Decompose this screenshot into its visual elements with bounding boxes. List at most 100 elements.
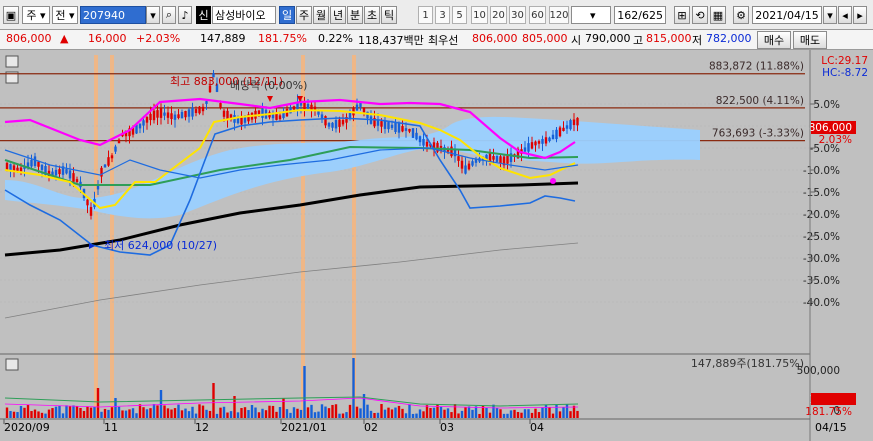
y-tick-label: -35.0%: [803, 275, 840, 287]
market-select[interactable]: 주 ▾: [22, 6, 50, 24]
high-label: 고: [633, 34, 644, 47]
interval-button[interactable]: 3: [435, 6, 450, 24]
reset-icon[interactable]: ⟲: [692, 6, 708, 24]
period-tab[interactable]: 틱: [381, 6, 397, 24]
period-tab[interactable]: 년: [330, 6, 346, 24]
interval-button[interactable]: 20: [490, 6, 507, 24]
volume-bar: [418, 409, 422, 418]
volume-bar: [562, 407, 565, 418]
volume-bar: [432, 407, 436, 418]
interval-button[interactable]: 60: [529, 6, 546, 24]
price-chart[interactable]: 883,872 (11.88%) 822,500 (4.11%) 763,693 (…: [0, 50, 873, 441]
volume-bar: [306, 407, 310, 418]
type-select[interactable]: 전 ▾: [52, 6, 78, 24]
volume-bar: [44, 413, 47, 418]
volume-bar: [289, 412, 292, 418]
period-tab[interactable]: 일: [279, 6, 295, 24]
chart-settings-icon[interactable]: [5, 55, 19, 68]
volume-bar: [254, 407, 257, 418]
volume-bar: [506, 413, 509, 418]
candle-body: [541, 138, 544, 144]
interval-button[interactable]: 120: [549, 6, 569, 24]
volume-bar: [250, 405, 254, 418]
candle-body: [534, 141, 537, 146]
next-arrow-icon[interactable]: ▸: [853, 6, 867, 24]
volume-bar: [208, 410, 212, 418]
current-price-label: 806,000: [809, 122, 852, 134]
signal-dot: [550, 178, 556, 184]
volume-bar: [303, 366, 306, 418]
volume-bar: [33, 409, 37, 418]
volume-bar: [488, 412, 492, 418]
chart-type-icon[interactable]: ⊞: [674, 6, 690, 24]
candle-body: [163, 112, 166, 116]
volume-bar: [422, 411, 425, 418]
volume-bar: [114, 398, 117, 418]
volume-bar: [30, 411, 33, 418]
volume-bar: [331, 404, 334, 418]
volume-bar: [124, 410, 128, 418]
sell-button[interactable]: 매도: [793, 31, 827, 49]
buy-button[interactable]: 매수: [757, 31, 791, 49]
search-icon[interactable]: ⌕: [162, 6, 176, 24]
volume-bar: [485, 407, 488, 418]
volume-bar: [439, 406, 443, 418]
window-menu-icon[interactable]: ▣: [3, 6, 19, 24]
volume-bar: [236, 412, 240, 418]
interval-button[interactable]: 5: [452, 6, 467, 24]
candle-body: [65, 169, 68, 174]
volume-bar: [541, 407, 544, 418]
bid-value: 805,000: [522, 32, 568, 45]
volume-bar: [523, 409, 527, 418]
sound-icon[interactable]: ♪: [178, 6, 192, 24]
volume-bar: [292, 407, 296, 418]
period-tab[interactable]: 분: [347, 6, 363, 24]
calendar-icon[interactable]: ▾: [823, 6, 837, 24]
gear-icon[interactable]: ⚙: [733, 6, 749, 24]
volume-bar: [170, 409, 173, 418]
volume-bar: [527, 409, 530, 418]
candle-body: [191, 107, 194, 117]
candle-body: [394, 122, 397, 132]
prev-arrow-icon[interactable]: ◂: [838, 6, 852, 24]
new-badge: 신: [196, 6, 211, 24]
period-tab[interactable]: 초: [364, 6, 380, 24]
period-tab[interactable]: 월: [313, 6, 329, 24]
interval-button[interactable]: 10: [471, 6, 488, 24]
candle-body: [222, 110, 226, 117]
code-input[interactable]: 207940: [80, 6, 146, 24]
interval-button[interactable]: 30: [509, 6, 526, 24]
volume-bar: [359, 408, 362, 418]
volume-bar: [509, 410, 513, 418]
candle-body: [170, 113, 173, 120]
date-input[interactable]: 2021/04/15: [752, 6, 822, 24]
current-pct-label: 2.03%: [819, 134, 852, 146]
low-annotation: 최저 624,000 (10/27): [104, 239, 217, 252]
volume-bar: [187, 411, 191, 418]
pattern-icon[interactable]: ▦: [710, 6, 726, 24]
candle-body: [173, 114, 177, 120]
interval-input[interactable]: ▾: [571, 6, 611, 24]
volume-settings-icon[interactable]: [5, 358, 19, 371]
count-display[interactable]: 162/625: [614, 6, 666, 24]
price-line-label: 763,693 (-3.33%): [712, 128, 804, 140]
volume-bar: [138, 404, 142, 418]
candle-body: [495, 155, 499, 162]
period-tab[interactable]: 주: [296, 6, 312, 24]
open-value: 790,000: [585, 32, 631, 45]
code-dropdown-button[interactable]: ▾: [146, 6, 160, 24]
volume-bar: [247, 410, 250, 418]
best-label: 최우선: [428, 34, 459, 47]
volume-bar: [149, 408, 152, 418]
candle-body: [562, 127, 565, 131]
candle-body: [569, 120, 572, 130]
interval-button[interactable]: 1: [418, 6, 433, 24]
volume-bar: [65, 405, 68, 418]
candle-body: [156, 110, 159, 118]
price-value: 806,000: [6, 32, 52, 45]
candle-body: [558, 127, 562, 137]
volume-bar: [380, 404, 383, 418]
candle-body: [187, 109, 191, 117]
volume-value: 147,889: [200, 32, 246, 45]
candle-body: [411, 128, 415, 138]
